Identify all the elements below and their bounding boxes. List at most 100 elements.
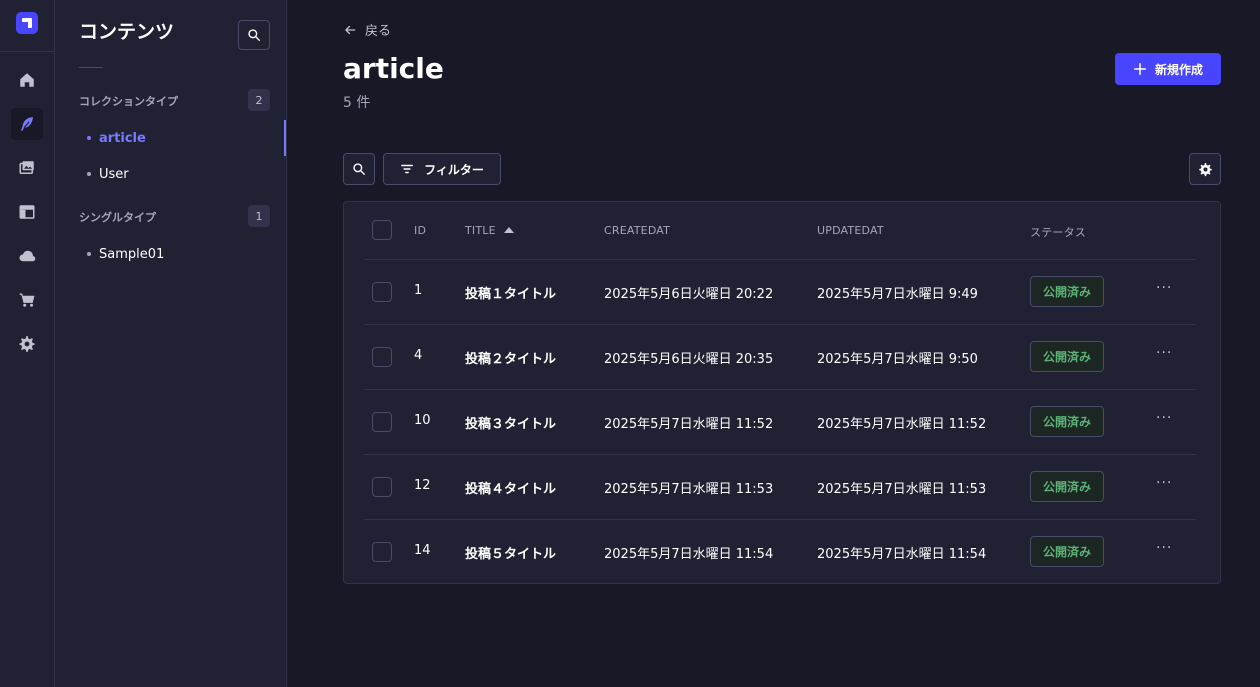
main-content: 戻る article 5 件 新規作成 フィルター ID TITLE CREAT… xyxy=(287,0,1260,687)
subnav-search-button[interactable] xyxy=(238,20,270,50)
cart-icon xyxy=(19,293,35,307)
cell-id: 14 xyxy=(414,543,431,558)
select-all-checkbox[interactable] xyxy=(372,220,392,240)
single-count-badge: 1 xyxy=(248,205,270,227)
table-row[interactable]: 12 投稿４タイトル 2025年5月7日水曜日 11:53 2025年5月7日水… xyxy=(364,454,1196,519)
page-title: article xyxy=(343,52,444,85)
cell-updatedat: 2025年5月7日水曜日 9:50 xyxy=(817,352,978,367)
bullet-dot xyxy=(87,172,91,176)
status-badge: 公開済み xyxy=(1030,276,1104,307)
row-checkbox[interactable] xyxy=(372,347,392,367)
subnav-divider xyxy=(79,67,103,68)
home-nav-button[interactable] xyxy=(11,64,43,96)
cell-title: 投稿３タイトル xyxy=(465,417,557,432)
column-header-createdat[interactable]: CREATEDAT xyxy=(604,224,670,237)
rail-divider xyxy=(0,51,55,52)
content-subnav: コンテンツ コレクションタイプ 2 article User シングルタイプ 1… xyxy=(55,0,287,687)
column-header-status: ステータス xyxy=(1030,226,1086,239)
subnav-item-label: article xyxy=(99,130,146,146)
row-more-actions-button[interactable]: ··· xyxy=(1156,410,1172,426)
subnav-item-user[interactable]: User xyxy=(87,156,286,192)
cell-id: 12 xyxy=(414,478,431,493)
search-icon xyxy=(353,163,365,175)
cell-createdat: 2025年5月6日火曜日 20:35 xyxy=(604,352,774,367)
cell-createdat: 2025年5月7日水曜日 11:52 xyxy=(604,417,774,432)
column-header-title[interactable]: TITLE xyxy=(465,224,514,237)
row-more-actions-button[interactable]: ··· xyxy=(1156,345,1172,361)
row-checkbox[interactable] xyxy=(372,282,392,302)
cell-updatedat: 2025年5月7日水曜日 9:49 xyxy=(817,287,978,302)
cell-createdat: 2025年5月6日火曜日 20:22 xyxy=(604,287,774,302)
column-header-id[interactable]: ID xyxy=(414,224,426,237)
column-header-title-label: TITLE xyxy=(465,224,496,237)
table-row[interactable]: 4 投稿２タイトル 2025年5月6日火曜日 20:35 2025年5月7日水曜… xyxy=(364,324,1196,389)
row-more-actions-button[interactable]: ··· xyxy=(1156,540,1172,556)
status-badge: 公開済み xyxy=(1030,341,1104,372)
subnav-item-label: Sample01 xyxy=(99,246,165,262)
sort-ascending-icon xyxy=(503,227,514,233)
cell-title: 投稿４タイトル xyxy=(465,482,557,497)
subnav-title: コンテンツ xyxy=(79,21,175,43)
cell-id: 1 xyxy=(414,283,423,298)
content-manager-nav-button[interactable] xyxy=(11,108,43,140)
row-checkbox[interactable] xyxy=(372,477,392,497)
plus-icon xyxy=(1133,62,1146,76)
table-row[interactable]: 14 投稿５タイトル 2025年5月7日水曜日 11:54 2025年5月7日水… xyxy=(364,519,1196,584)
back-label: 戻る xyxy=(365,24,392,39)
images-icon xyxy=(19,161,34,174)
cell-updatedat: 2025年5月7日水曜日 11:54 xyxy=(817,547,987,562)
cloud-icon xyxy=(19,250,36,262)
home-icon xyxy=(20,73,34,87)
table-search-button[interactable] xyxy=(343,153,375,185)
media-library-nav-button[interactable] xyxy=(11,152,43,184)
status-badge: 公開済み xyxy=(1030,471,1104,502)
content-type-builder-nav-button[interactable] xyxy=(11,196,43,228)
subnav-item-article[interactable]: article xyxy=(87,120,286,156)
search-icon xyxy=(248,29,260,41)
cloud-nav-button[interactable] xyxy=(11,240,43,272)
cell-title: 投稿１タイトル xyxy=(465,287,557,302)
app-root: コンテンツ コレクションタイプ 2 article User シングルタイプ 1… xyxy=(0,0,1260,687)
main-nav-rail xyxy=(0,0,55,687)
cell-createdat: 2025年5月7日水曜日 11:53 xyxy=(604,482,774,497)
subnav-item-label: User xyxy=(99,166,129,182)
filter-icon xyxy=(401,164,414,174)
cell-createdat: 2025年5月7日水曜日 11:54 xyxy=(604,547,774,562)
marketplace-nav-button[interactable] xyxy=(11,284,43,316)
table-row[interactable]: 10 投稿３タイトル 2025年5月7日水曜日 11:52 2025年5月7日水… xyxy=(364,389,1196,454)
row-more-actions-button[interactable]: ··· xyxy=(1156,280,1172,296)
cell-id: 4 xyxy=(414,348,423,363)
feather-icon xyxy=(21,117,33,131)
table-row[interactable]: 1 投稿１タイトル 2025年5月6日火曜日 20:22 2025年5月7日水曜… xyxy=(364,259,1196,324)
create-entry-button[interactable]: 新規作成 xyxy=(1115,53,1221,85)
section-label-single[interactable]: シングルタイプ xyxy=(79,209,156,225)
bullet-dot xyxy=(87,252,91,256)
gear-icon xyxy=(1198,162,1212,176)
row-checkbox[interactable] xyxy=(372,542,392,562)
layout-icon xyxy=(19,205,35,219)
row-checkbox[interactable] xyxy=(372,412,392,432)
filter-label: フィルター xyxy=(424,162,484,177)
status-badge: 公開済み xyxy=(1030,406,1104,437)
filter-button[interactable]: フィルター xyxy=(383,153,501,185)
app-logo-icon[interactable] xyxy=(16,12,38,34)
view-settings-button[interactable] xyxy=(1189,153,1221,185)
settings-nav-button[interactable] xyxy=(11,328,43,360)
cell-title: 投稿５タイトル xyxy=(465,547,557,562)
create-entry-label: 新規作成 xyxy=(1154,62,1203,77)
cell-updatedat: 2025年5月7日水曜日 11:52 xyxy=(817,417,987,432)
back-link[interactable]: 戻る xyxy=(343,20,391,39)
column-header-updatedat[interactable]: UPDATEDAT xyxy=(817,224,884,237)
entry-count: 5 件 xyxy=(343,95,371,111)
row-more-actions-button[interactable]: ··· xyxy=(1156,475,1172,491)
collection-count-badge: 2 xyxy=(248,89,270,111)
arrow-left-icon xyxy=(345,25,356,34)
section-label-collection[interactable]: コレクションタイプ xyxy=(79,93,178,109)
bullet-dot xyxy=(87,136,91,140)
cell-id: 10 xyxy=(414,413,431,428)
subnav-item-sample01[interactable]: Sample01 xyxy=(87,236,286,272)
entries-table: ID TITLE CREATEDAT UPDATEDAT ステータス 1 投稿１… xyxy=(343,201,1221,584)
status-badge: 公開済み xyxy=(1030,536,1104,567)
cell-title: 投稿２タイトル xyxy=(465,352,557,367)
cell-updatedat: 2025年5月7日水曜日 11:53 xyxy=(817,482,987,497)
